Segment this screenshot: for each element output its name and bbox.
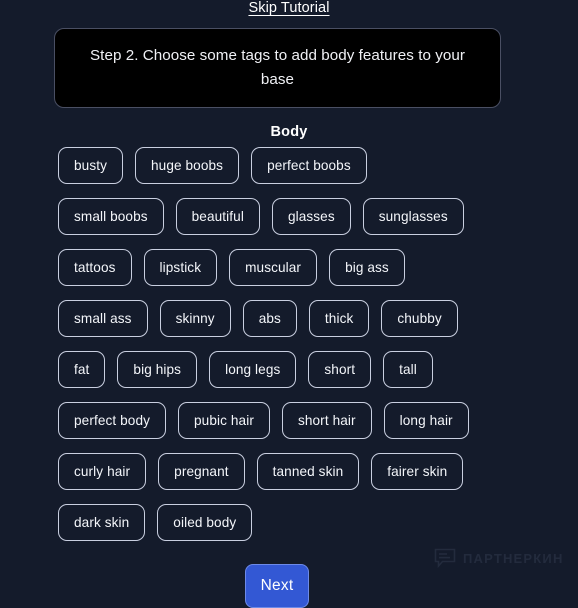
- tag-row: small boobs beautiful glasses sunglasses: [58, 198, 520, 235]
- tag-pill[interactable]: long legs: [209, 351, 297, 388]
- tag-pill[interactable]: muscular: [229, 249, 318, 286]
- tag-pill[interactable]: perfect boobs: [251, 147, 367, 184]
- skip-tutorial-row: Skip Tutorial: [0, 0, 578, 20]
- tag-pill[interactable]: oiled body: [157, 504, 253, 541]
- tag-pill[interactable]: lipstick: [143, 249, 218, 286]
- tag-row: dark skin oiled body: [58, 504, 520, 541]
- tag-pill[interactable]: sunglasses: [362, 198, 464, 235]
- tutorial-page: Skip Tutorial Step 2. Choose some tags t…: [0, 0, 578, 608]
- tag-pill[interactable]: perfect body: [58, 402, 167, 439]
- tag-pill[interactable]: fat: [58, 351, 106, 388]
- tag-row: busty huge boobs perfect boobs: [58, 147, 520, 184]
- tag-pill[interactable]: tattoos: [58, 249, 132, 286]
- tag-pill[interactable]: dark skin: [58, 504, 146, 541]
- tutorial-callout-text: Step 2. Choose some tags to add body fea…: [90, 47, 465, 88]
- tag-pill[interactable]: glasses: [271, 198, 351, 235]
- tag-row: small ass skinny abs thick chubby: [58, 300, 520, 337]
- tag-pill[interactable]: fairer skin: [371, 453, 464, 490]
- next-button[interactable]: Next: [245, 564, 309, 608]
- tag-pill[interactable]: beautiful: [175, 198, 260, 235]
- tag-row: fat big hips long legs short tall: [58, 351, 520, 388]
- tag-pill[interactable]: pregnant: [158, 453, 245, 490]
- tag-pill[interactable]: abs: [242, 300, 297, 337]
- tag-pill[interactable]: tall: [383, 351, 433, 388]
- tag-pill[interactable]: long hair: [383, 402, 469, 439]
- tag-pill[interactable]: big hips: [117, 351, 198, 388]
- page-title: Body: [270, 124, 308, 140]
- tag-pill[interactable]: pubic hair: [178, 402, 270, 439]
- tag-pill[interactable]: skinny: [159, 300, 231, 337]
- tag-list: busty huge boobs perfect boobs small boobs b…: [58, 147, 520, 555]
- tag-pill[interactable]: small boobs: [58, 198, 164, 235]
- tag-pill[interactable]: busty: [58, 147, 123, 184]
- next-button-label: Next: [260, 577, 294, 594]
- tag-row: perfect body pubic hair short hair long hai…: [58, 402, 520, 439]
- tag-pill[interactable]: short hair: [281, 402, 372, 439]
- tag-row: curly hair pregnant tanned skin fairer skin: [58, 453, 520, 490]
- tag-pill[interactable]: tanned skin: [256, 453, 360, 490]
- tag-pill[interactable]: chubby: [381, 300, 458, 337]
- tag-pill[interactable]: huge boobs: [135, 147, 240, 184]
- skip-tutorial-link[interactable]: Skip Tutorial: [248, 0, 329, 20]
- tag-pill[interactable]: thick: [308, 300, 370, 337]
- tag-pill[interactable]: small ass: [58, 300, 148, 337]
- tutorial-callout: Step 2. Choose some tags to add body fea…: [54, 28, 501, 108]
- tag-pill[interactable]: big ass: [329, 249, 405, 286]
- tag-pill[interactable]: curly hair: [58, 453, 147, 490]
- tag-pill[interactable]: short: [308, 351, 372, 388]
- tag-row: tattoos lipstick muscular big ass: [58, 249, 520, 286]
